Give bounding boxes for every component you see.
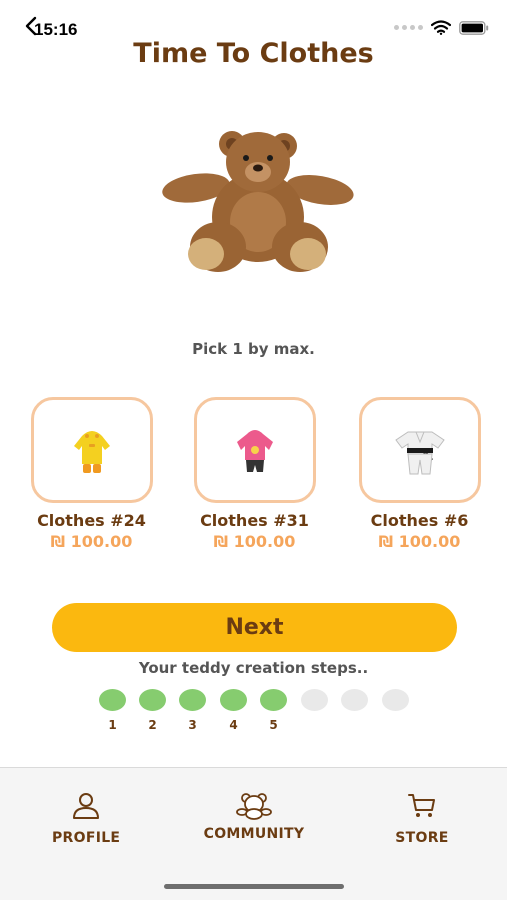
next-button[interactable]: Next (52, 603, 457, 652)
step-dot-complete (260, 689, 287, 711)
step-item: 1 (99, 689, 126, 732)
clothes-name: Clothes #31 (200, 511, 309, 530)
battery-icon (459, 20, 489, 35)
clothes-price: ₪ 100.00 (213, 532, 296, 551)
tab-label: STORE (395, 830, 449, 846)
step-number: 4 (229, 718, 238, 732)
cart-icon (408, 794, 435, 817)
tab-profile[interactable]: PROFILE (52, 792, 120, 846)
step-item (301, 689, 328, 711)
clothes-price: ₪ 100.00 (50, 532, 133, 551)
step-number: 1 (108, 718, 117, 732)
step-item: 3 (179, 689, 206, 732)
clothes-name: Clothes #6 (370, 511, 469, 530)
karate-gi-outfit-icon (394, 431, 445, 475)
step-dot-complete (179, 689, 206, 711)
step-dot-pending (382, 689, 409, 711)
clothes-name: Clothes #24 (37, 511, 146, 530)
step-number: 2 (148, 718, 157, 732)
clothes-list: Clothes #24 ₪ 100.00 Clothes #31 ₪ 100.0… (0, 397, 507, 557)
step-progress: 1 2 3 4 5 (99, 689, 419, 733)
clothes-image-frame[interactable] (358, 397, 481, 503)
bear-icon (236, 793, 272, 820)
step-dot-complete (220, 689, 247, 711)
person-icon (73, 793, 99, 819)
tab-store[interactable]: STORE (393, 792, 451, 846)
teddy-bear-image (162, 131, 354, 272)
status-time: 15:16 (34, 20, 78, 39)
clothes-card[interactable]: Clothes #24 ₪ 100.00 (29, 397, 154, 551)
step-dot-pending (341, 689, 368, 711)
step-number: 5 (269, 718, 278, 732)
wifi-icon (431, 20, 451, 35)
tab-community[interactable]: COMMUNITY (194, 792, 314, 842)
step-item: 2 (139, 689, 166, 732)
step-number: 3 (188, 718, 197, 732)
home-indicator (164, 884, 344, 889)
status-icons (394, 20, 489, 35)
pink-hoodie-outfit-icon (236, 430, 273, 472)
step-item (382, 689, 409, 711)
pick-instruction: Pick 1 by max. (192, 340, 315, 358)
bottom-tab-bar: PROFILE COMMUNITY STORE (0, 767, 507, 900)
step-dot-complete (99, 689, 126, 711)
clothes-card[interactable]: Clothes #6 ₪ 100.00 (357, 397, 482, 551)
tab-label: PROFILE (52, 830, 121, 846)
step-item: 5 (260, 689, 287, 732)
yellow-raincoat-outfit-icon (73, 431, 110, 473)
steps-caption: Your teddy creation steps.. (138, 659, 369, 677)
signal-icon (394, 25, 423, 30)
page-title: Time To Clothes (133, 38, 374, 69)
clothes-image-frame[interactable] (193, 397, 316, 503)
clothes-price: ₪ 100.00 (378, 532, 461, 551)
step-dot-complete (139, 689, 166, 711)
clothes-card[interactable]: Clothes #31 ₪ 100.00 (192, 397, 317, 551)
step-dot-pending (301, 689, 328, 711)
tab-label: COMMUNITY (203, 826, 305, 842)
step-item: 4 (220, 689, 247, 732)
clothes-image-frame[interactable] (30, 397, 153, 503)
step-item (341, 689, 368, 711)
